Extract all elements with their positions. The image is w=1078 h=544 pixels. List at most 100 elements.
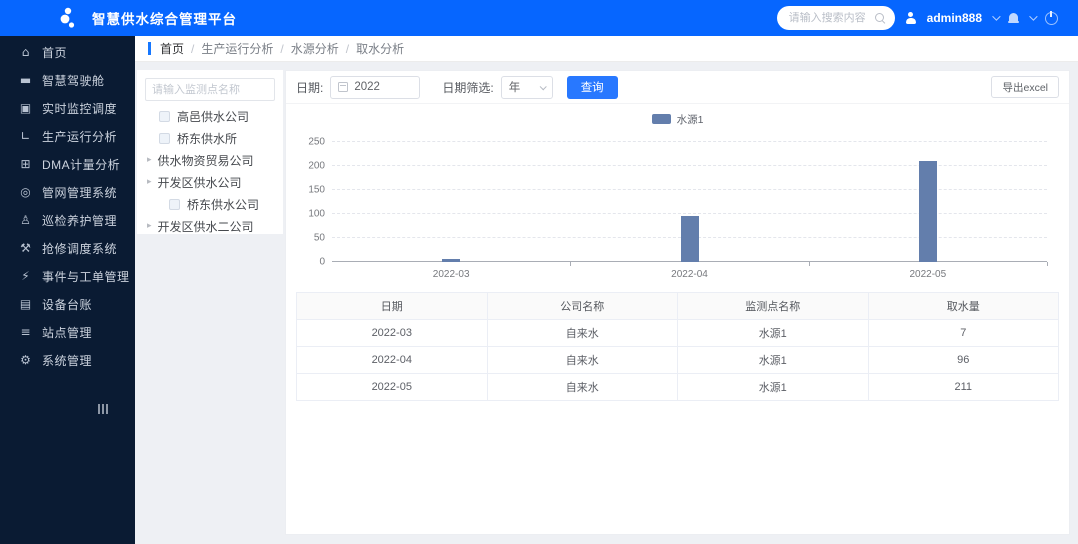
company-tree: 高邑供水公司桥东供水所 ▸ 供水物资贸易公司 ▸ 开发区供水公司桥东供水公司 ▸ 开发区供水… bbox=[145, 105, 275, 237]
tree-checkbox[interactable] bbox=[169, 198, 180, 210]
sidebar-item-5[interactable]: ◎ 管网管理系统 bbox=[0, 178, 135, 206]
table-cell: 自来水 bbox=[486, 373, 678, 401]
sidebar-item-7[interactable]: ⚒ 抢修调度系统 bbox=[0, 234, 135, 262]
tree-item-label: 开发区供水公司 bbox=[157, 175, 242, 190]
global-search[interactable] bbox=[776, 6, 895, 30]
breadcrumb-item-0[interactable]: 首页 bbox=[160, 40, 184, 57]
sidebar-item-2[interactable]: ▣ 实时监控调度 bbox=[0, 94, 135, 122]
tree-item-label: 开发区供水二公司 bbox=[157, 219, 254, 234]
station-icon: ≡ bbox=[20, 325, 31, 339]
x-axis-tick bbox=[808, 262, 810, 266]
select-chevron-down-icon bbox=[539, 82, 547, 90]
tree-caret-icon[interactable]: ▸ bbox=[147, 177, 152, 187]
sidebar-collapse-icon[interactable] bbox=[98, 404, 135, 414]
date-picker[interactable]: 2022 bbox=[330, 75, 421, 99]
date-filter-label: 日期筛选: bbox=[442, 80, 494, 95]
sidebar-item-label: 站点管理 bbox=[42, 325, 93, 340]
bar bbox=[680, 215, 699, 262]
x-axis-tick bbox=[1047, 262, 1048, 266]
logout-power-icon[interactable] bbox=[1045, 10, 1058, 25]
tree-caret-icon[interactable]: ▸ bbox=[147, 221, 152, 231]
query-button[interactable]: 查询 bbox=[566, 75, 618, 99]
sidebar-item-label: 管网管理系统 bbox=[42, 185, 118, 200]
app-title: 智慧供水综合管理平台 bbox=[92, 12, 237, 27]
table-row: 2022-03 自来水 水源1 7 bbox=[296, 319, 1059, 347]
x-axis-category-label: 2022-04 bbox=[671, 269, 708, 280]
y-axis-tick-label: 200 bbox=[308, 160, 325, 172]
sidebar-item-label: 智慧驾驶舱 bbox=[42, 73, 105, 88]
tree-item-3[interactable]: ▸ 开发区供水公司 bbox=[145, 171, 275, 193]
monitor-point-search-input[interactable] bbox=[145, 78, 275, 101]
repair-icon: ⚒ bbox=[20, 241, 31, 255]
tree-item-1[interactable]: 桥东供水所 bbox=[145, 127, 275, 149]
tree-item-4[interactable]: 桥东供水公司 bbox=[145, 193, 275, 215]
y-axis-tick-label: 250 bbox=[308, 136, 325, 148]
breadcrumb-bar: 首页 / 生产运行分析 / 水源分析 / 取水分析 bbox=[135, 36, 1078, 62]
intake-table-wrap: 日期 公司名称 监测点名称 取水量 2022-03 自来水 水源1 7 2022-04 自来水水… bbox=[296, 292, 1059, 401]
export-excel-button[interactable]: 导出excel bbox=[991, 76, 1059, 98]
tree-item-label: 桥东供水公司 bbox=[187, 197, 260, 212]
table-row: 2022-04 自来水 水源1 96 bbox=[296, 346, 1059, 374]
table-cell: 2022-03 bbox=[296, 319, 488, 347]
bar bbox=[442, 258, 461, 262]
sidebar-item-10[interactable]: ≡ 站点管理 bbox=[0, 318, 135, 346]
gridline bbox=[332, 165, 1047, 166]
sidebar-item-9[interactable]: ▤ 设备台账 bbox=[0, 290, 135, 318]
chart-legend[interactable]: 水源1 bbox=[286, 112, 1069, 126]
table-header-cell: 日期 bbox=[296, 292, 488, 320]
user-chevron-down-icon[interactable] bbox=[992, 12, 1001, 21]
breadcrumb-accent bbox=[148, 42, 151, 55]
bar bbox=[918, 160, 937, 262]
sidebar-item-0[interactable]: ⌂ 首页 bbox=[0, 38, 135, 66]
table-cell: 7 bbox=[867, 319, 1059, 347]
breadcrumb: 首页 / 生产运行分析 / 水源分析 / 取水分析 bbox=[160, 40, 404, 57]
tree-item-label: 供水物资贸易公司 bbox=[157, 153, 254, 168]
global-search-input[interactable] bbox=[788, 12, 875, 24]
date-value: 2022 bbox=[354, 81, 380, 93]
date-filter-value: 年 bbox=[508, 82, 521, 94]
table-cell: 水源1 bbox=[677, 346, 869, 374]
x-axis-tick bbox=[570, 262, 572, 266]
sidebar-item-label: 首页 bbox=[42, 45, 68, 60]
tree-item-5[interactable]: ▸ 开发区供水二公司 bbox=[145, 215, 275, 237]
sidebar-item-label: 事件与工单管理 bbox=[42, 269, 130, 284]
chevron-down-icon[interactable] bbox=[1029, 12, 1038, 21]
monitor-icon: ▣ bbox=[19, 101, 32, 115]
tree-checkbox[interactable] bbox=[159, 132, 170, 144]
table-cell: 水源1 bbox=[677, 319, 869, 347]
tree-item-label: 桥东供水所 bbox=[177, 131, 238, 146]
date-filter-select[interactable]: 年 bbox=[500, 75, 553, 99]
sidebar-item-label: 巡检养护管理 bbox=[42, 213, 118, 228]
sidebar-item-6[interactable]: ♙ 巡检养护管理 bbox=[0, 206, 135, 234]
table-cell: 水源1 bbox=[677, 373, 869, 401]
sidebar-item-3[interactable]: ∟ 生产运行分析 bbox=[0, 122, 135, 150]
breadcrumb-item-3[interactable]: 取水分析 bbox=[356, 40, 404, 57]
table-cell: 自来水 bbox=[486, 346, 678, 374]
tree-checkbox[interactable] bbox=[159, 110, 170, 122]
sidebar-item-11[interactable]: ⚙ 系统管理 bbox=[0, 346, 135, 374]
chart-plot-area: 0 50 100 150 200 250 2022-03 2022-04 2022-05 bbox=[308, 137, 1048, 280]
sidebar-item-8[interactable]: ⚡ 事件与工单管理 bbox=[0, 262, 135, 290]
breadcrumb-item-2[interactable]: 水源分析 bbox=[291, 40, 339, 57]
tree-item-0[interactable]: 高邑供水公司 bbox=[145, 105, 275, 127]
breadcrumb-item-1[interactable]: 生产运行分析 bbox=[201, 40, 273, 57]
y-axis-tick-label: 150 bbox=[308, 184, 325, 196]
table-cell: 211 bbox=[867, 373, 1059, 401]
search-icon[interactable] bbox=[874, 12, 886, 24]
user-avatar-icon[interactable] bbox=[905, 12, 917, 24]
sidebar-item-label: 实时监控调度 bbox=[42, 101, 118, 116]
y-axis-tick-label: 50 bbox=[313, 232, 325, 244]
tree-item-2[interactable]: ▸ 供水物资贸易公司 bbox=[145, 149, 275, 171]
intake-table: 日期 公司名称 监测点名称 取水量 2022-03 自来水 水源1 7 2022-04 自来水水… bbox=[296, 292, 1059, 401]
notifications-bell-icon[interactable] bbox=[1008, 12, 1019, 24]
sidebar-item-label: 设备台账 bbox=[42, 297, 93, 312]
username[interactable]: admin888 bbox=[927, 11, 982, 25]
gridline bbox=[332, 189, 1047, 190]
monitor-point-panel: 高邑供水公司桥东供水所 ▸ 供水物资贸易公司 ▸ 开发区供水公司桥东供水公司 ▸ 开发区供水… bbox=[137, 70, 283, 234]
tree-caret-icon[interactable]: ▸ bbox=[147, 155, 152, 165]
sidebar-item-4[interactable]: ⊞ DMA计量分析 bbox=[0, 150, 135, 178]
sidebar-item-label: 抢修调度系统 bbox=[42, 241, 118, 256]
y-axis-tick-label: 100 bbox=[308, 208, 325, 220]
table-cell: 自来水 bbox=[486, 319, 678, 347]
sidebar-item-1[interactable]: ▬ 智慧驾驶舱 bbox=[0, 66, 135, 94]
